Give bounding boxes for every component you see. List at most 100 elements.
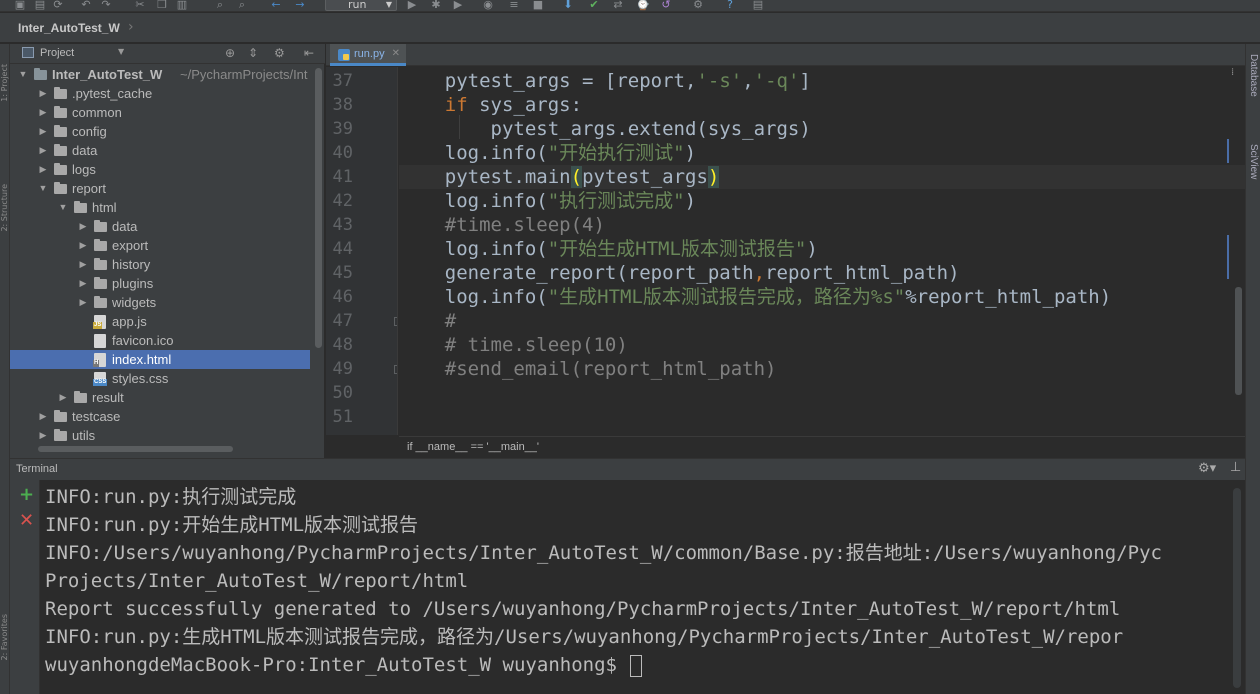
project-tool-tab[interactable]: 1: Project <box>0 64 10 102</box>
tree-expand-icon[interactable]: ▶ <box>38 122 48 141</box>
favorites-tool-tab[interactable]: 2: Favorites <box>0 614 10 660</box>
new-session-icon[interactable]: + <box>19 484 34 505</box>
tree-item[interactable]: ▼ report <box>10 179 310 198</box>
tree-expand-icon[interactable]: ▶ <box>78 217 88 236</box>
tree-collapse-icon[interactable]: ▼ <box>18 65 28 84</box>
code-token: if <box>444 94 468 116</box>
gear-icon[interactable]: ⚙▾ <box>1198 461 1216 476</box>
code-token: #time.sleep(4) <box>444 214 605 236</box>
locate-file-icon[interactable]: ⊕ <box>225 46 235 60</box>
tree-item[interactable]: ▶ .pytest_cache <box>10 84 310 103</box>
collapse-all-icon[interactable]: ⇕ <box>248 46 258 60</box>
tree-item[interactable]: JS app.js <box>10 312 310 331</box>
vcs-commit-icon[interactable]: ✔ <box>588 0 600 10</box>
minimize-icon[interactable]: ⊥ <box>1230 460 1241 475</box>
tree-expand-icon[interactable]: ▶ <box>38 407 48 426</box>
close-session-icon[interactable]: ✕ <box>19 510 34 531</box>
vcs-history-icon[interactable]: ⌚ <box>636 0 650 10</box>
open-folder-icon[interactable]: ▣ <box>14 0 26 10</box>
editor-vertical-scrollbar[interactable] <box>1235 287 1242 395</box>
gear-icon[interactable]: ⚙ <box>274 46 285 60</box>
tree-expand-icon[interactable]: ▶ <box>78 274 88 293</box>
tree-item[interactable]: ▶ export <box>10 236 310 255</box>
tree-collapse-icon[interactable]: ▼ <box>38 179 48 198</box>
undo-icon[interactable]: ↶ <box>80 0 92 10</box>
run-icon[interactable]: ▶ <box>406 0 418 10</box>
save-icon[interactable]: ▤ <box>34 0 46 10</box>
chevron-down-icon[interactable]: ▼ <box>118 47 124 56</box>
tree-item[interactable]: favicon.ico <box>10 331 310 350</box>
tree-item[interactable]: ▶ widgets <box>10 293 310 312</box>
breadcrumb[interactable]: if __name__ == '__main__' <box>407 441 539 453</box>
settings-icon[interactable]: ⚙ <box>692 0 704 10</box>
tree-expand-icon[interactable]: ▶ <box>78 236 88 255</box>
back-icon[interactable]: ← <box>270 0 282 10</box>
code-token: report_html_path) <box>765 262 960 284</box>
fold-marker-icon[interactable] <box>394 365 397 374</box>
vcs-revert-icon[interactable]: ↺ <box>660 0 672 10</box>
tree-item[interactable]: ▶ data <box>10 141 310 160</box>
tree-item[interactable]: ▶ testcase <box>10 407 310 426</box>
profile-icon[interactable]: ◉ <box>482 0 494 10</box>
tree-item[interactable]: ▶ result <box>10 388 310 407</box>
tree-collapse-icon[interactable]: ▼ <box>58 198 68 217</box>
tree-item[interactable]: ▶ data <box>10 217 310 236</box>
forward-icon[interactable]: → <box>294 0 306 10</box>
tree-item[interactable]: ▶ config <box>10 122 310 141</box>
sync-icon[interactable]: ⟳ <box>52 0 64 10</box>
terminal-output[interactable]: INFO:run.py:执行测试完成 INFO:run.py:开始生成HTML版本… <box>41 480 1231 694</box>
coverage-icon[interactable]: ▶ <box>452 0 464 10</box>
fold-marker-icon[interactable] <box>394 317 397 326</box>
code-line: if sys_args: <box>399 93 582 117</box>
project-panel-title[interactable]: Project <box>40 47 74 59</box>
project-horizontal-scrollbar[interactable] <box>38 446 233 452</box>
folder-icon <box>74 391 87 403</box>
tree-item[interactable]: ▶ utils <box>10 426 310 445</box>
tree-item[interactable]: ▶ history <box>10 255 310 274</box>
cut-icon[interactable]: ✂ <box>134 0 146 10</box>
tree-item[interactable]: Hindex.html <box>10 350 310 369</box>
database-tool-tab[interactable]: Database <box>1248 54 1259 97</box>
code-editor[interactable]: ⁞ pytest_args = [report,'-s','-q'] if sy… <box>399 67 1245 435</box>
run-configuration-select[interactable]: run ▼ <box>325 0 397 11</box>
tree-item[interactable]: ▼ Inter_AutoTest_W ~/PycharmProjects/Int <box>10 65 310 84</box>
redo-icon[interactable]: ↷ <box>100 0 112 10</box>
code-token: '-q' <box>753 70 800 92</box>
tree-expand-icon[interactable]: ▶ <box>78 255 88 274</box>
tree-item[interactable]: ▶ common <box>10 103 310 122</box>
tree-expand-icon[interactable]: ▶ <box>38 103 48 122</box>
tree-expand-icon[interactable]: ▶ <box>38 141 48 160</box>
line-number: 40 <box>332 143 353 163</box>
paste-icon[interactable]: ▥ <box>176 0 188 10</box>
vcs-compare-icon[interactable]: ⇄ <box>612 0 624 10</box>
project-vertical-scrollbar[interactable] <box>315 68 322 348</box>
structure-tool-tab[interactable]: 2: Structure <box>0 184 10 232</box>
nav-project-crumb[interactable]: Inter_AutoTest_W <box>18 21 120 35</box>
tree-item[interactable]: ▶ plugins <box>10 274 310 293</box>
find-icon[interactable]: ⌕ <box>214 0 226 10</box>
copy-icon[interactable]: ❐ <box>156 0 168 10</box>
sciview-tool-tab[interactable]: SciView <box>1248 144 1259 179</box>
code-token: ) <box>707 166 720 188</box>
debug-icon[interactable]: ✱ <box>430 0 442 10</box>
tab-run-py[interactable]: run.py ✕ <box>330 44 406 66</box>
python-console-icon[interactable]: ▤ <box>752 0 764 10</box>
terminal-scrollbar[interactable] <box>1233 488 1241 688</box>
tree-item[interactable]: CSS styles.css <box>10 369 310 388</box>
tree-expand-icon[interactable]: ▶ <box>38 426 48 445</box>
tree-expand-icon[interactable]: ▶ <box>38 84 48 103</box>
stop-icon[interactable]: ■ <box>532 0 544 10</box>
close-icon[interactable]: ✕ <box>392 44 400 64</box>
tree-expand-icon[interactable]: ▶ <box>58 388 68 407</box>
tree-expand-icon[interactable]: ▶ <box>78 293 88 312</box>
tree-expand-icon[interactable]: ▶ <box>38 160 48 179</box>
tree-item[interactable]: ▼ html <box>10 198 310 217</box>
vcs-update-icon[interactable]: ⬇ <box>562 0 574 10</box>
replace-icon[interactable]: ⌕ <box>236 0 248 10</box>
tree-item[interactable]: ▶ logs <box>10 160 310 179</box>
terminal-prompt[interactable]: wuyanhongdeMacBook-Pro:Inter_AutoTest_W … <box>45 651 643 679</box>
concurrency-icon[interactable]: ≡ <box>508 0 520 10</box>
help-icon[interactable]: ? <box>724 0 736 10</box>
hide-panel-icon[interactable]: ⇤ <box>304 46 314 60</box>
